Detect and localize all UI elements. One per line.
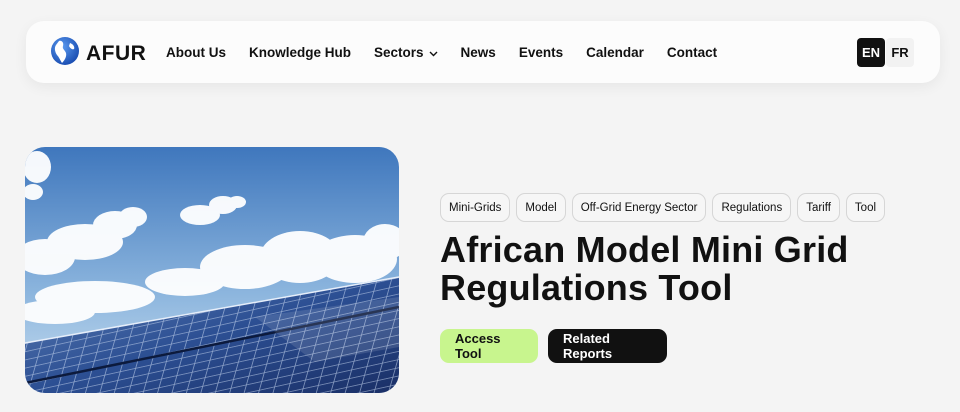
nav-item-sectors-label: Sectors bbox=[374, 44, 424, 60]
nav-item-knowledge-hub[interactable]: Knowledge Hub bbox=[249, 45, 351, 60]
nav-item-sectors[interactable]: Sectors bbox=[374, 45, 438, 60]
nav-item-contact[interactable]: Contact bbox=[667, 45, 717, 60]
globe-icon bbox=[50, 36, 80, 71]
page-title-line-2: Regulations Tool bbox=[440, 267, 733, 308]
tag-list: Mini-Grids Model Off-Grid Energy Sector … bbox=[440, 193, 891, 222]
tag-regulations[interactable]: Regulations bbox=[712, 193, 792, 222]
tag-mini-grids[interactable]: Mini-Grids bbox=[440, 193, 511, 222]
tag-model[interactable]: Model bbox=[516, 193, 566, 222]
logo[interactable]: AFUR bbox=[50, 36, 146, 71]
hero-image bbox=[25, 147, 399, 393]
language-switcher: EN FR bbox=[856, 38, 914, 67]
brand-name: AFUR bbox=[86, 41, 147, 65]
nav-item-about-us[interactable]: About Us bbox=[166, 45, 226, 60]
solar-panels-image bbox=[25, 147, 399, 393]
nav-item-news[interactable]: News bbox=[461, 45, 496, 60]
related-reports-button[interactable]: Related Reports bbox=[548, 329, 667, 363]
top-navigation: AFUR About Us Knowledge Hub Sectors News… bbox=[26, 21, 940, 83]
nav-item-calendar[interactable]: Calendar bbox=[586, 45, 644, 60]
language-fr-button[interactable]: FR bbox=[886, 38, 914, 67]
access-tool-button[interactable]: Access Tool bbox=[440, 329, 538, 363]
tag-tariff[interactable]: Tariff bbox=[797, 193, 840, 222]
tag-tool[interactable]: Tool bbox=[845, 193, 886, 222]
language-en-button[interactable]: EN bbox=[857, 38, 885, 67]
page-title: African Model Mini Grid Regulations Tool bbox=[440, 231, 900, 307]
page-title-line-1: African Model Mini Grid bbox=[440, 229, 849, 270]
chevron-down-icon bbox=[429, 45, 438, 60]
tag-off-grid-energy-sector[interactable]: Off-Grid Energy Sector bbox=[571, 193, 707, 222]
hero-actions: Access Tool Related Reports bbox=[440, 329, 677, 363]
nav-item-events[interactable]: Events bbox=[519, 45, 563, 60]
main-menu: About Us Knowledge Hub Sectors News Even… bbox=[166, 21, 740, 83]
